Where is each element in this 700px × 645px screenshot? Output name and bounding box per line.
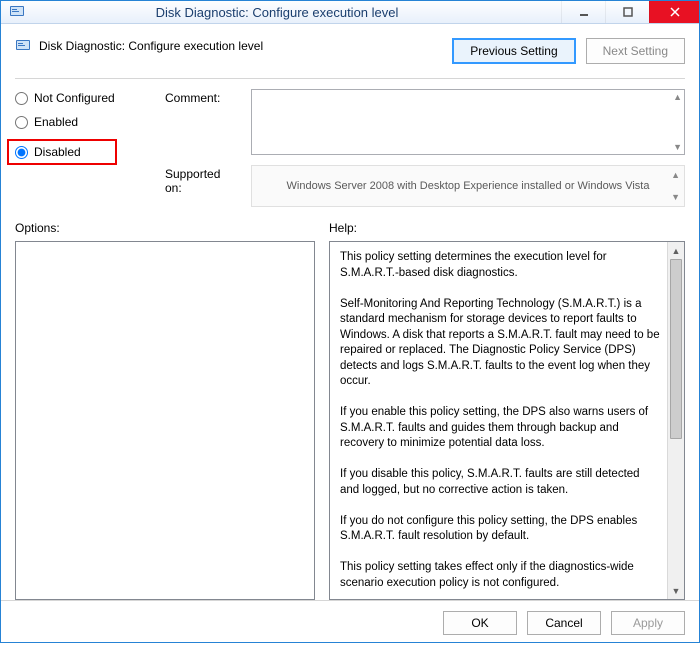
dialog-footer: OK Cancel Apply [1, 600, 699, 645]
help-scrollbar[interactable]: ▲ ▼ [667, 242, 684, 599]
policy-app-icon [9, 4, 25, 20]
state-radio-group: Not Configured Enabled Disabled [15, 89, 155, 207]
options-label: Options: [15, 221, 315, 235]
comment-label: Comment: [165, 89, 239, 155]
supported-label: Supported on: [165, 165, 239, 207]
comment-scroll-down-icon[interactable]: ▼ [673, 142, 682, 152]
close-button[interactable] [649, 1, 699, 23]
divider [15, 78, 685, 79]
scroll-down-icon[interactable]: ▼ [668, 582, 684, 599]
help-label: Help: [329, 221, 357, 235]
comment-textarea[interactable]: ▲ ▼ [251, 89, 685, 155]
radio-not-configured[interactable]: Not Configured [15, 91, 155, 105]
radio-not-configured-label: Not Configured [34, 91, 115, 105]
window-controls [561, 1, 699, 23]
ok-button[interactable]: OK [443, 611, 517, 635]
policy-title: Disk Diagnostic: Configure execution lev… [39, 39, 263, 53]
radio-enabled-input[interactable] [15, 116, 28, 129]
cancel-button[interactable]: Cancel [527, 611, 601, 635]
help-text: This policy setting determines the execu… [330, 242, 667, 599]
titlebar[interactable]: Disk Diagnostic: Configure execution lev… [1, 1, 699, 24]
radio-disabled-input[interactable] [15, 146, 28, 159]
minimize-button[interactable] [561, 1, 605, 23]
radio-disabled-label: Disabled [34, 145, 81, 159]
supported-scroll-up-icon[interactable]: ▲ [671, 170, 680, 180]
previous-setting-button[interactable]: Previous Setting [452, 38, 575, 64]
window-title: Disk Diagnostic: Configure execution lev… [33, 5, 521, 20]
supported-on-text: Windows Server 2008 with Desktop Experie… [287, 180, 650, 192]
help-pane: This policy setting determines the execu… [329, 241, 685, 600]
scroll-track[interactable] [668, 259, 684, 582]
radio-enabled-label: Enabled [34, 115, 78, 129]
policy-icon [15, 38, 31, 54]
radio-disabled[interactable]: Disabled [15, 145, 109, 159]
scroll-up-icon[interactable]: ▲ [668, 242, 684, 259]
options-pane [15, 241, 315, 600]
radio-not-configured-input[interactable] [15, 92, 28, 105]
radio-disabled-highlight: Disabled [7, 139, 117, 165]
scroll-thumb[interactable] [670, 259, 682, 439]
supported-scroll-down-icon[interactable]: ▼ [671, 192, 680, 202]
radio-enabled[interactable]: Enabled [15, 115, 155, 129]
apply-button[interactable]: Apply [611, 611, 685, 635]
supported-on-box: Windows Server 2008 with Desktop Experie… [251, 165, 685, 207]
comment-scroll-up-icon[interactable]: ▲ [673, 92, 682, 102]
maximize-button[interactable] [605, 1, 649, 23]
next-setting-button[interactable]: Next Setting [586, 38, 685, 64]
